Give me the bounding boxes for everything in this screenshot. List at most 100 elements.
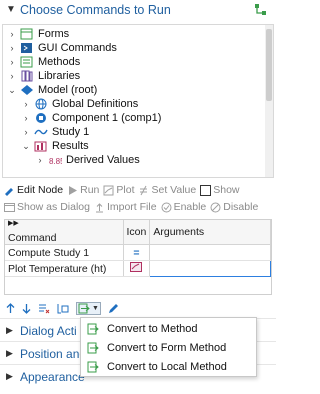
column-header-arguments[interactable]: Arguments: [149, 220, 271, 245]
tree-item-label: GUI Commands: [38, 42, 117, 54]
tree-item-methods[interactable]: › Methods: [7, 55, 81, 69]
show-button[interactable]: Show: [200, 184, 240, 196]
expand-icon[interactable]: ›: [7, 57, 17, 67]
tree-item-gui-commands[interactable]: › GUI Commands: [7, 41, 117, 55]
tree-item-label: Component 1 (comp1): [52, 112, 162, 124]
enable-button[interactable]: Enable: [161, 201, 207, 213]
chevron-down-icon[interactable]: ▼: [6, 4, 16, 15]
command-toolbar: Edit Node Run Plot Set Value Show: [4, 182, 274, 198]
chevron-right-icon[interactable]: ▶: [6, 325, 13, 336]
tree-settings-icon[interactable]: [254, 3, 268, 17]
component-icon: [34, 112, 48, 124]
column-header-label: Icon: [126, 226, 147, 238]
commands-table[interactable]: ▶▶ Command Icon Arguments Compute Study 1…: [4, 219, 272, 295]
tree-item-label: Derived Values: [66, 154, 140, 166]
convert-to-local-method-icon: [87, 361, 99, 373]
choose-commands-header[interactable]: ▼ Choose Commands to Run: [0, 0, 276, 22]
section-label: Dialog Acti: [20, 324, 77, 338]
menu-item-convert-to-method[interactable]: Convert to Method: [81, 320, 256, 338]
column-header-command[interactable]: ▶▶ Command: [5, 220, 124, 245]
tree-item-libraries[interactable]: › Libraries: [7, 69, 81, 83]
column-header-icon[interactable]: Icon: [123, 220, 151, 245]
tree-item-forms[interactable]: › Forms: [7, 27, 70, 41]
results-icon: [34, 140, 48, 152]
chevron-right-icon[interactable]: ▶: [6, 371, 13, 382]
set-value-button[interactable]: Set Value: [138, 184, 196, 196]
section-title: Choose Commands to Run: [20, 3, 171, 17]
expand-icon[interactable]: ›: [21, 113, 31, 123]
command-tree[interactable]: › Forms › GUI Commands › Methods › Libra…: [2, 24, 274, 178]
import-file-label: Import File: [106, 201, 157, 213]
icon-cell[interactable]: =: [123, 244, 151, 261]
globe-icon: [34, 98, 48, 110]
dialog-icon: [4, 202, 15, 212]
derived-values-icon: 8.85: [48, 154, 65, 166]
plot-group-icon: [130, 262, 143, 272]
arguments-cell[interactable]: [149, 260, 271, 277]
run-button[interactable]: Run: [67, 184, 99, 196]
table-row[interactable]: Compute Study 1 =: [5, 244, 271, 261]
tree-item-model-root[interactable]: ⌄ Model (root): [7, 83, 97, 97]
dropdown-arrow-icon: ▼: [92, 304, 99, 312]
edit-node-button[interactable]: Edit Node: [4, 184, 63, 196]
expand-icon[interactable]: ›: [7, 29, 17, 39]
disable-label: Disable: [223, 201, 259, 213]
arguments-cell[interactable]: [149, 244, 271, 261]
forms-icon: [20, 28, 34, 40]
sort-icon: ▶▶: [8, 220, 19, 227]
table-row[interactable]: Plot Temperature (ht): [5, 260, 271, 277]
methods-icon: [20, 56, 34, 68]
import-file-button[interactable]: Import File: [94, 201, 157, 213]
move-down-icon[interactable]: [22, 303, 31, 314]
gui-commands-icon: [20, 42, 34, 54]
tree-item-study-1[interactable]: › Study 1: [21, 125, 90, 139]
expand-icon[interactable]: ›: [35, 155, 45, 165]
plot-button[interactable]: Plot: [103, 184, 134, 196]
run-icon: [69, 185, 78, 195]
command-cell[interactable]: Compute Study 1: [5, 244, 124, 261]
menu-item-label: Convert to Form Method: [107, 342, 227, 354]
disable-button[interactable]: Disable: [210, 201, 258, 213]
show-icon: [200, 184, 212, 196]
command-cell[interactable]: Plot Temperature (ht): [5, 260, 124, 277]
menu-item-label: Convert to Method: [107, 323, 198, 335]
enable-label: Enable: [173, 201, 207, 213]
tree-item-label: Study 1: [52, 126, 90, 138]
expand-icon[interactable]: ›: [21, 99, 31, 109]
icon-cell[interactable]: [123, 260, 151, 277]
svg-text:8.85: 8.85: [49, 157, 62, 166]
section-label: Position and: [20, 347, 87, 361]
tree-item-component-1[interactable]: › Component 1 (comp1): [21, 111, 162, 125]
delete-rows-icon[interactable]: [38, 303, 50, 314]
tree-item-label: Libraries: [38, 70, 81, 82]
chevron-right-icon[interactable]: ▶: [6, 348, 13, 359]
edit-node-label: Edit Node: [17, 184, 64, 196]
expand-icon[interactable]: ›: [21, 127, 31, 137]
move-up-icon[interactable]: [6, 302, 15, 314]
menu-item-label: Convert to Local Method: [107, 361, 227, 373]
convert-to-method-icon: [87, 323, 99, 335]
section-label: Appearance: [20, 370, 85, 384]
convert-icon[interactable]: [57, 303, 69, 314]
convert-dropdown-menu: Convert to Method Convert to Form Method…: [80, 317, 257, 377]
scrollbar-thumb[interactable]: [266, 29, 272, 101]
run-label: Run: [80, 184, 100, 196]
tree-item-results[interactable]: ⌄ Results: [21, 139, 88, 153]
convert-menu-button[interactable]: ▼: [76, 301, 101, 315]
expand-icon[interactable]: ⌄: [21, 141, 31, 152]
edit-icon[interactable]: [108, 303, 119, 314]
expand-icon[interactable]: ›: [7, 71, 17, 81]
disable-icon: [210, 202, 221, 212]
tree-item-global-definitions[interactable]: › Global Definitions: [21, 97, 139, 111]
convert-to-form-method-icon: [87, 342, 99, 354]
menu-item-convert-to-local-method[interactable]: Convert to Local Method: [81, 358, 256, 376]
column-header-label: Command: [8, 232, 57, 244]
tree-scrollbar[interactable]: [265, 25, 273, 177]
show-as-dialog-button[interactable]: Show as Dialog: [4, 201, 90, 213]
expand-icon[interactable]: ›: [7, 43, 17, 53]
set-value-label: Set Value: [151, 184, 197, 196]
tree-item-derived-values[interactable]: › 8.85 Derived Values: [35, 153, 140, 167]
menu-item-convert-to-form-method[interactable]: Convert to Form Method: [81, 339, 256, 357]
libraries-icon: [20, 70, 34, 82]
expand-icon[interactable]: ⌄: [7, 85, 17, 96]
